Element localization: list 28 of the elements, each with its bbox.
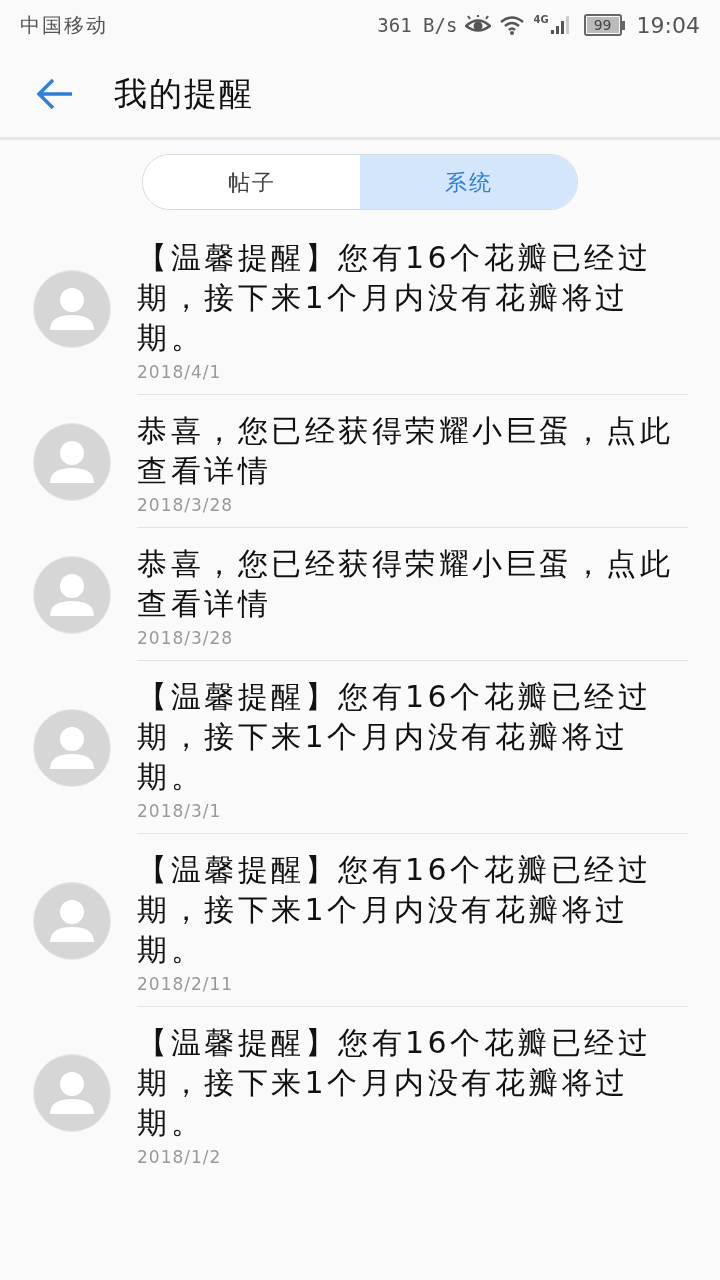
notification-date: 2018/2/11 xyxy=(137,973,235,996)
network-type: 4G xyxy=(533,15,549,25)
wifi-icon xyxy=(499,15,526,35)
avatar-icon xyxy=(33,708,111,787)
network-speed: 361 B/s xyxy=(377,12,458,38)
notification-date: 2018/1/2 xyxy=(137,1146,223,1169)
notification-date: 2018/3/28 xyxy=(137,627,235,650)
avatar-icon xyxy=(33,422,111,501)
back-arrow-icon[interactable] xyxy=(36,77,74,110)
avatar-icon xyxy=(33,269,111,348)
notification-message[interactable]: 恭喜，您已经获得荣耀小巨蛋，点此查看详情 xyxy=(137,544,677,624)
carrier-name: 中国移动 xyxy=(20,12,108,39)
notification-message[interactable]: 【温馨提醒】您有16个花瓣已经过期，接下来1个月内没有花瓣将过期。 xyxy=(137,1023,677,1143)
notification-message[interactable]: 【温馨提醒】您有16个花瓣已经过期，接下来1个月内没有花瓣将过期。 xyxy=(137,677,677,797)
notification-message[interactable]: 恭喜，您已经获得荣耀小巨蛋，点此查看详情 xyxy=(137,411,677,491)
notification-message[interactable]: 【温馨提醒】您有16个花瓣已经过期，接下来1个月内没有花瓣将过期。 xyxy=(137,238,677,358)
avatar-icon xyxy=(33,881,111,960)
notification-date: 2018/4/1 xyxy=(137,361,223,384)
avatar-icon xyxy=(33,555,111,634)
avatar-icon xyxy=(33,1054,111,1132)
notification-date: 2018/3/28 xyxy=(137,494,235,517)
notification-message[interactable]: 【温馨提醒】您有16个花瓣已经过期，接下来1个月内没有花瓣将过期。 xyxy=(137,850,677,970)
eye-icon xyxy=(465,15,492,35)
page-title: 我的提醒 xyxy=(114,72,254,115)
battery-indicator: 99 xyxy=(583,14,622,36)
clock-time: 19:04 xyxy=(636,11,700,40)
signal-icon xyxy=(549,15,570,35)
notification-date: 2018/3/1 xyxy=(137,800,223,823)
